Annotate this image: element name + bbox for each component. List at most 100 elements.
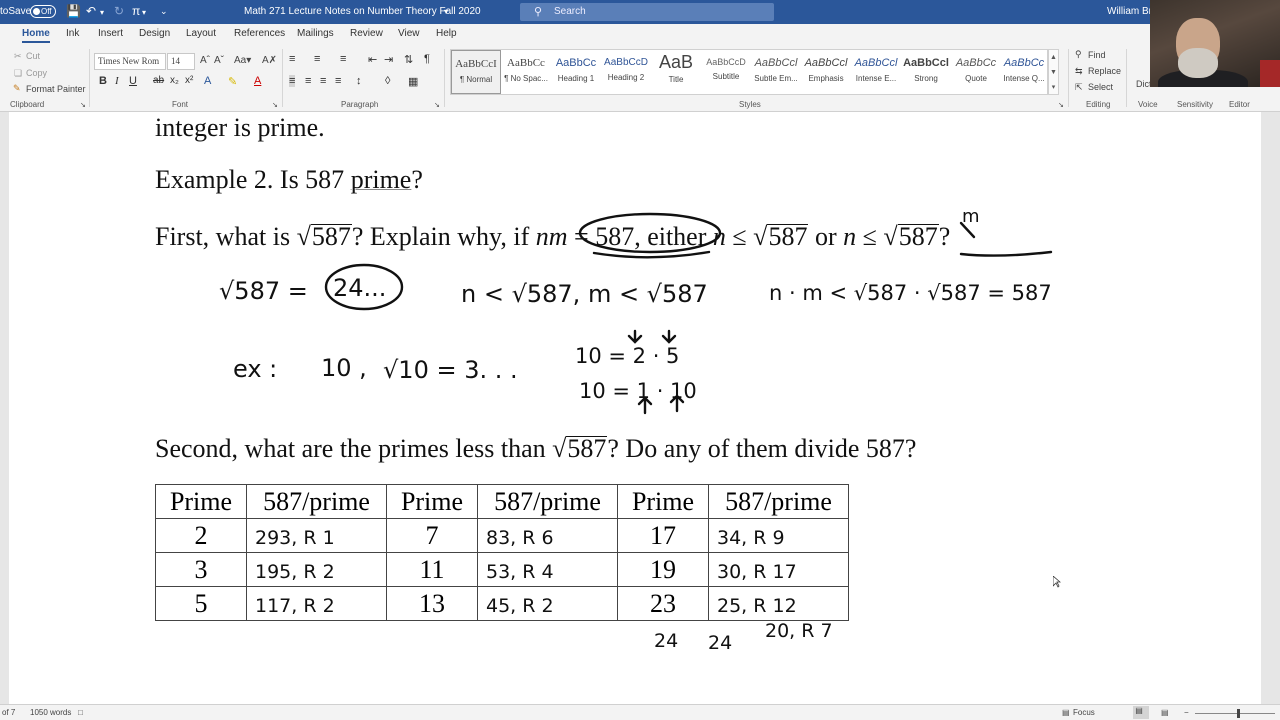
find-icon[interactable]: ⚲ bbox=[1075, 49, 1082, 60]
multilevel-list-icon[interactable]: ≡ bbox=[340, 53, 346, 65]
replace-icon[interactable]: ⇆ bbox=[1075, 66, 1083, 77]
autosave-toggle[interactable]: Off bbox=[30, 5, 56, 18]
page-count[interactable]: of 7 bbox=[2, 708, 15, 717]
shading-icon[interactable]: ◊ bbox=[385, 75, 390, 87]
style-intense-quote[interactable]: AaBbCc Intense Q... bbox=[999, 50, 1049, 94]
tab-layout[interactable]: Layout bbox=[186, 28, 216, 39]
select-icon[interactable]: ⇱ bbox=[1075, 82, 1083, 93]
numbering-icon[interactable]: ≡ bbox=[314, 53, 320, 65]
customize-toolbar-icon[interactable]: ⌄ bbox=[160, 6, 168, 17]
clear-formatting-icon[interactable]: A✗ bbox=[262, 55, 277, 66]
bold-icon[interactable]: B bbox=[99, 75, 107, 87]
ink-inequality-1: n < √587, m < √587 bbox=[461, 280, 708, 308]
tab-home[interactable]: Home bbox=[22, 28, 50, 43]
format-painter-icon[interactable]: ✎ bbox=[13, 83, 21, 94]
ink-factor-2: 10 = 1 · 10 bbox=[579, 379, 697, 403]
style-no-spacing[interactable]: AaBbCc ¶ No Spac... bbox=[501, 50, 551, 94]
print-layout-icon[interactable]: ▤ bbox=[1133, 706, 1149, 719]
styles-scroll[interactable]: ▲ ▼ ▾ bbox=[1048, 49, 1059, 95]
zoom-slider[interactable] bbox=[1195, 713, 1275, 714]
find-button[interactable]: Find bbox=[1088, 50, 1106, 60]
font-color-icon[interactable]: A bbox=[254, 75, 261, 87]
style-name: ¶ No Spac... bbox=[504, 74, 548, 83]
tab-design[interactable]: Design bbox=[139, 28, 170, 39]
justify-icon[interactable]: ≡ bbox=[335, 75, 341, 87]
style-subtitle[interactable]: AaBbCcD Subtitle bbox=[701, 50, 751, 94]
subscript-icon[interactable]: x₂ bbox=[170, 75, 179, 86]
clipboard-launcher-icon[interactable]: ↘ bbox=[80, 101, 86, 109]
highlight-icon[interactable]: ✎ bbox=[228, 75, 237, 88]
style-name: Subtitle bbox=[712, 72, 740, 81]
ink-arrow bbox=[661, 329, 677, 344]
focus-button[interactable]: Focus bbox=[1073, 708, 1095, 717]
show-formatting-icon[interactable]: ¶ bbox=[424, 53, 430, 65]
tab-help[interactable]: Help bbox=[436, 28, 457, 39]
align-right-icon[interactable]: ≡ bbox=[320, 75, 326, 87]
decrease-indent-icon[interactable]: ⇤ bbox=[368, 53, 377, 66]
style-strong[interactable]: AaBbCcl Strong bbox=[901, 50, 951, 94]
style-quote[interactable]: AaBbCc Quote bbox=[951, 50, 1001, 94]
redo-icon[interactable]: ↻ bbox=[114, 4, 124, 18]
style-sample: AaBbCcl bbox=[804, 57, 848, 69]
table-row: 2 293, R 1 7 83, R 6 17 34, R 9 bbox=[155, 518, 849, 553]
superscript-icon[interactable]: x² bbox=[185, 75, 193, 86]
text-effects-icon[interactable]: A bbox=[204, 75, 211, 87]
document-page[interactable]: integer is prime. Example 2. Is 587 prim… bbox=[9, 112, 1261, 704]
cut-icon[interactable]: ✂ bbox=[14, 51, 22, 62]
font-launcher-icon[interactable]: ↘ bbox=[272, 101, 278, 109]
style-heading-2[interactable]: AaBbCcD Heading 2 bbox=[601, 50, 651, 94]
tab-insert[interactable]: Insert bbox=[98, 28, 123, 39]
styles-launcher-icon[interactable]: ↘ bbox=[1058, 101, 1064, 109]
style-normal[interactable]: AaBbCcI ¶ Normal bbox=[451, 50, 501, 94]
tab-view[interactable]: View bbox=[398, 28, 420, 39]
copy-button[interactable]: Copy bbox=[26, 68, 47, 78]
focus-icon[interactable]: ▤ bbox=[1062, 708, 1070, 717]
format-painter-button[interactable]: Format Painter bbox=[26, 84, 86, 94]
cut-button[interactable]: Cut bbox=[26, 51, 40, 61]
increase-indent-icon[interactable]: ⇥ bbox=[384, 53, 393, 66]
replace-button[interactable]: Replace bbox=[1088, 66, 1121, 76]
save-icon[interactable]: 💾 bbox=[66, 4, 81, 18]
copy-icon[interactable]: ❏ bbox=[14, 68, 22, 79]
equation-icon[interactable]: π bbox=[132, 4, 140, 18]
ink-below-quotient-2: 20, R 7 bbox=[765, 620, 833, 642]
style-intense-emphasis[interactable]: AaBbCcl Intense E... bbox=[851, 50, 901, 94]
word-count[interactable]: 1050 words bbox=[30, 708, 71, 717]
underline-icon[interactable]: U bbox=[129, 75, 137, 87]
font-size-box[interactable]: 14 bbox=[167, 53, 195, 70]
select-button[interactable]: Select bbox=[1088, 82, 1113, 92]
zoom-out-icon[interactable]: − bbox=[1184, 708, 1189, 717]
line-spacing-icon[interactable]: ↕ bbox=[356, 75, 362, 87]
sort-icon[interactable]: ⇅ bbox=[404, 53, 413, 66]
paragraph-launcher-icon[interactable]: ↘ bbox=[434, 101, 440, 109]
search-box[interactable]: ⚲ Search bbox=[520, 3, 774, 21]
tab-ink[interactable]: Ink bbox=[66, 28, 79, 39]
style-title[interactable]: AaB Title bbox=[651, 50, 701, 94]
undo-icon[interactable]: ↶ bbox=[86, 4, 96, 18]
quotient-cell: 30, R 17 bbox=[708, 552, 849, 587]
bullets-icon[interactable]: ≡ bbox=[289, 53, 295, 65]
web-layout-icon[interactable]: ▤ bbox=[1161, 708, 1169, 717]
tab-mailings[interactable]: Mailings bbox=[297, 28, 334, 39]
grow-font-icon[interactable]: Aˆ bbox=[200, 55, 210, 66]
align-left-icon[interactable]: ≡ bbox=[289, 75, 296, 87]
align-center-icon[interactable]: ≡ bbox=[305, 75, 311, 87]
style-heading-1[interactable]: AaBbCc Heading 1 bbox=[551, 50, 601, 94]
style-emphasis[interactable]: AaBbCcl Emphasis bbox=[801, 50, 851, 94]
undo-dropdown-icon[interactable]: ▾ bbox=[100, 8, 104, 17]
change-case-icon[interactable]: Aa▾ bbox=[234, 55, 251, 66]
title-dropdown-icon[interactable]: ▾ bbox=[444, 7, 448, 16]
tab-references[interactable]: References bbox=[234, 28, 285, 39]
zoom-slider-thumb[interactable] bbox=[1237, 709, 1240, 718]
equation-dropdown-icon[interactable]: ▾ bbox=[142, 8, 146, 17]
proofing-icon[interactable]: □ bbox=[78, 708, 83, 717]
table-row: 5 117, R 2 13 45, R 2 23 25, R 12 bbox=[155, 586, 849, 621]
style-name: Title bbox=[668, 75, 684, 84]
strikethrough-icon[interactable]: ab bbox=[153, 75, 164, 86]
borders-icon[interactable]: ▦ bbox=[408, 75, 418, 88]
font-name-box[interactable]: Times New Rom bbox=[94, 53, 166, 70]
tab-review[interactable]: Review bbox=[350, 28, 383, 39]
style-subtle-emphasis[interactable]: AaBbCcl Subtle Em... bbox=[751, 50, 801, 94]
italic-icon[interactable]: I bbox=[115, 75, 119, 87]
shrink-font-icon[interactable]: Aˇ bbox=[214, 55, 224, 66]
